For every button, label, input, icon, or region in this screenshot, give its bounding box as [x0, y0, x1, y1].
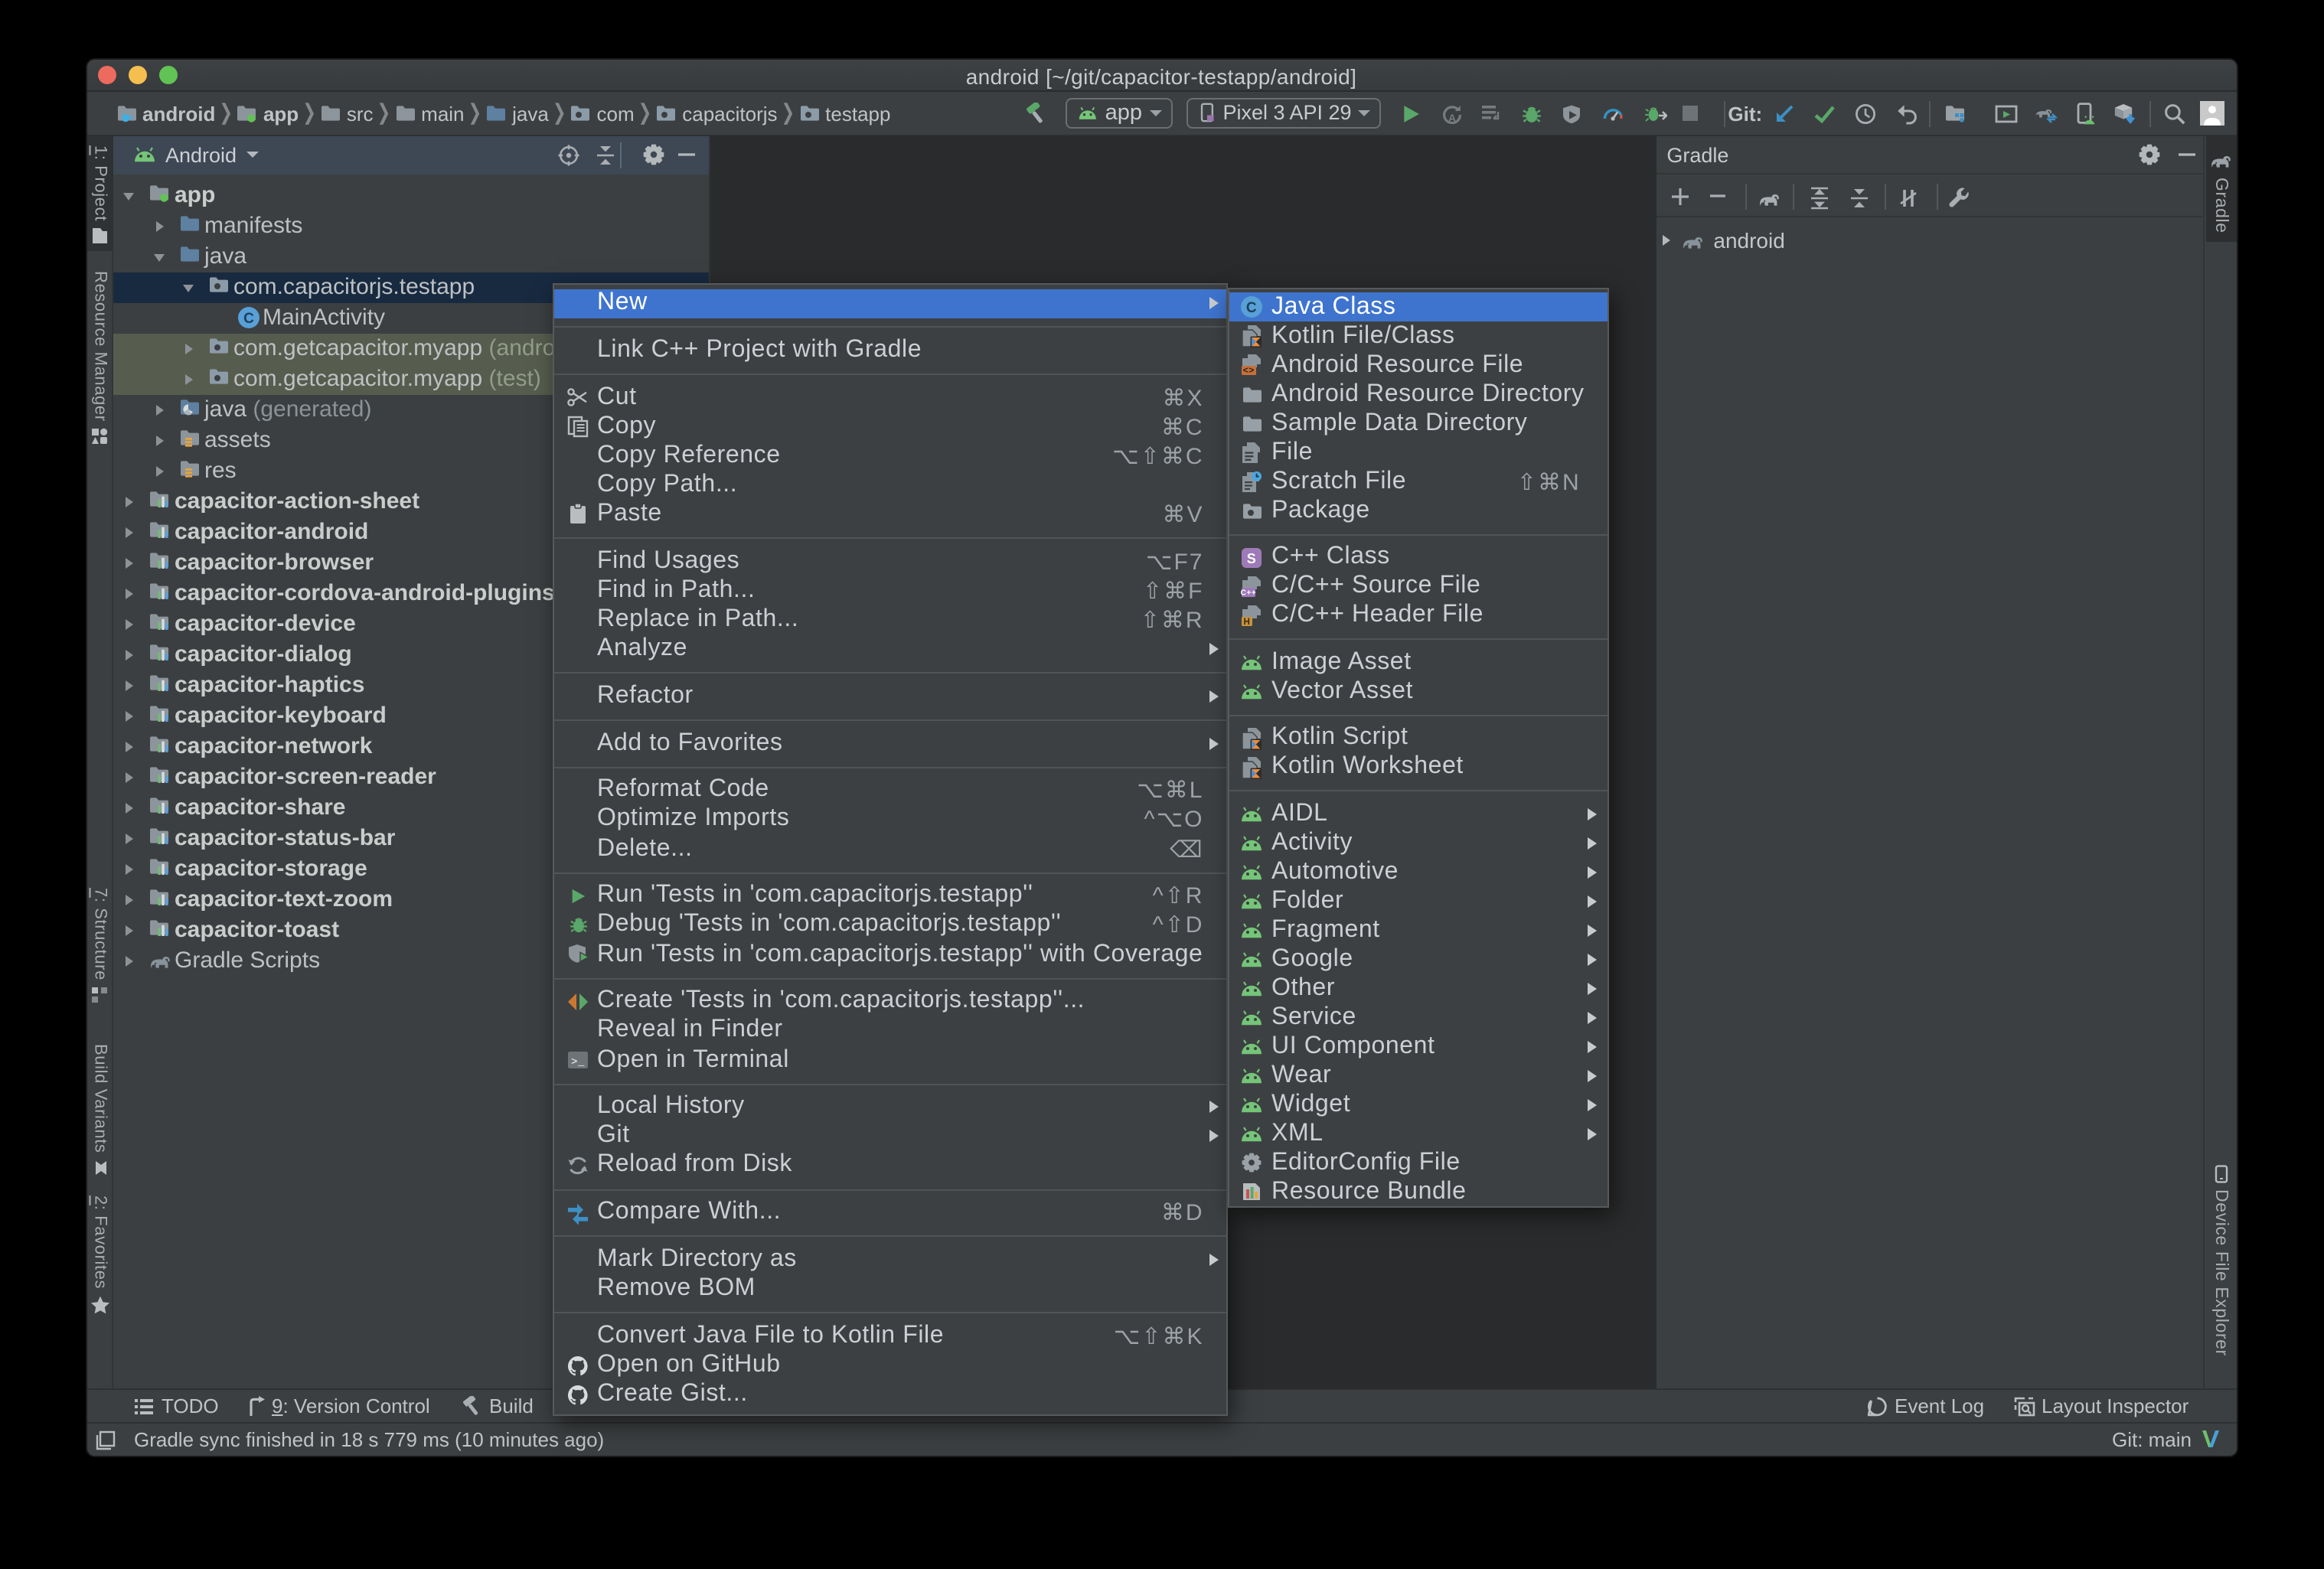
svg-text:<>: <> — [1243, 365, 1255, 376]
svg-text:>_: >_ — [571, 1056, 585, 1068]
svg-text:H: H — [1244, 616, 1251, 626]
svg-text:C: C — [243, 312, 253, 328]
svg-text:S: S — [1247, 550, 1257, 566]
svg-text:A: A — [1448, 112, 1455, 124]
svg-text:C: C — [1246, 300, 1257, 316]
svg-text:C++: C++ — [1241, 588, 1257, 596]
